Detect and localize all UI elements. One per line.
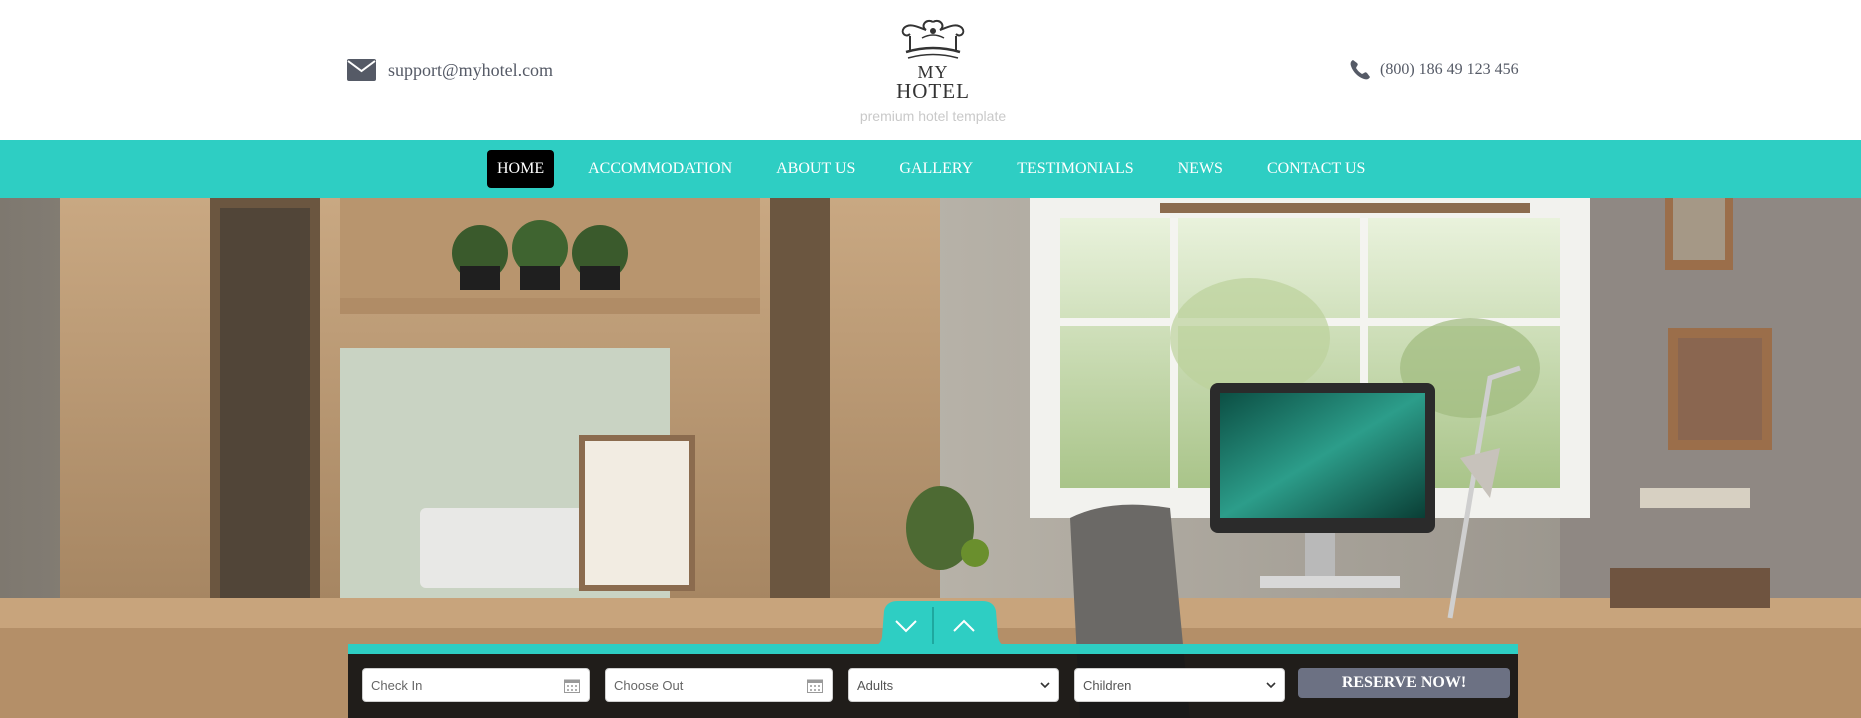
reserve-now-button[interactable]: RESERVE NOW! — [1298, 668, 1510, 698]
email-text[interactable]: support@myhotel.com — [388, 60, 553, 81]
nav-item-contact-us[interactable]: CONTACT US — [1257, 150, 1375, 188]
crown-ornament-icon — [901, 20, 965, 59]
children-select-value: Children — [1083, 677, 1132, 693]
nav-item-accommodation[interactable]: ACCOMMODATION — [578, 150, 742, 188]
check-in-input[interactable] — [371, 677, 551, 693]
nav-item-about-us[interactable]: ABOUT US — [766, 150, 865, 188]
check-out-field[interactable] — [605, 668, 833, 702]
calendar-icon[interactable] — [564, 678, 580, 693]
check-out-input[interactable] — [614, 677, 794, 693]
nav-item-gallery[interactable]: GALLERY — [889, 150, 983, 188]
check-in-field[interactable] — [362, 668, 590, 702]
logo-tagline: premium hotel template — [859, 108, 1007, 124]
phone-icon — [1350, 60, 1370, 80]
children-select[interactable]: Children — [1074, 668, 1285, 702]
booking-toggle-tab — [870, 601, 1010, 647]
nav-item-home[interactable]: HOME — [487, 150, 555, 188]
chevron-down-icon — [1266, 682, 1276, 689]
envelope-icon — [347, 59, 376, 81]
contact-phone[interactable]: (800) 186 49 123 456 — [1348, 57, 1519, 83]
hotel-logo[interactable]: MY HOTEL premium hotel template — [830, 18, 1036, 126]
booking-form: Adults Children RESERVE NOW! — [348, 644, 1518, 718]
chevron-down-icon — [1040, 682, 1050, 689]
site-header: support@myhotel.com MY HOTEL premium hot… — [0, 0, 1861, 140]
adults-select[interactable]: Adults — [848, 668, 1059, 702]
adults-select-value: Adults — [857, 677, 894, 693]
nav-item-testimonials[interactable]: TESTIMONIALS — [1007, 150, 1143, 188]
main-navigation: HOME ACCOMMODATION ABOUT US GALLERY TEST… — [0, 140, 1861, 198]
phone-text[interactable]: (800) 186 49 123 456 — [1380, 61, 1519, 79]
calendar-icon[interactable] — [807, 678, 823, 693]
contact-email[interactable]: support@myhotel.com — [347, 57, 553, 83]
nav-item-news[interactable]: NEWS — [1168, 150, 1233, 188]
logo-line-2: HOTEL — [896, 79, 970, 103]
